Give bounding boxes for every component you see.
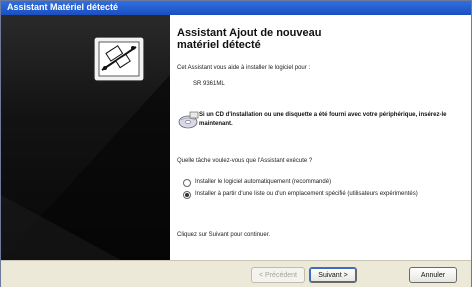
option-auto-install[interactable]: Installer le logiciel automatiquement (r… xyxy=(183,178,332,187)
option-manual-install[interactable]: Installer à partir d'une liste ou d'un e… xyxy=(183,190,463,199)
window-title: Assistant Matériel détecté xyxy=(7,2,119,12)
wizard-window: Assistant Matériel détecté Assistant Ajo… xyxy=(0,0,472,287)
continue-hint: Cliquez sur Suivant pour continuer. xyxy=(177,232,271,238)
wizard-heading: Assistant Ajout de nouveau matériel déte… xyxy=(177,27,427,51)
cd-disk-icon xyxy=(178,111,199,129)
cancel-button[interactable]: Annuler xyxy=(409,267,457,283)
task-question: Quelle tâche voulez-vous que l'Assistant… xyxy=(177,158,313,164)
hardware-device-icon xyxy=(93,36,145,82)
next-button[interactable]: Suivant > xyxy=(309,267,357,283)
cd-hint-text: Si un CD d'installation ou une disquette… xyxy=(199,112,447,127)
heading-line-1: Assistant Ajout de nouveau xyxy=(177,27,322,39)
heading-line-2: matériel détecté xyxy=(177,39,261,51)
option-auto-label: Installer le logiciel automatiquement (r… xyxy=(195,179,332,185)
option-manual-label: Installer à partir d'une liste ou d'un e… xyxy=(195,191,418,197)
device-name: SR 9361ML xyxy=(193,81,225,87)
intro-text: Cet Assistant vous aide à installer le l… xyxy=(177,65,311,71)
radio-auto-install[interactable] xyxy=(183,179,191,187)
radio-manual-install[interactable] xyxy=(183,191,191,199)
wizard-content: Assistant Ajout de nouveau matériel déte… xyxy=(170,15,471,260)
back-button[interactable]: < Précédent xyxy=(251,267,305,283)
title-bar[interactable]: Assistant Matériel détecté xyxy=(1,1,471,15)
wizard-sidebar xyxy=(1,15,170,260)
sidebar-graphic xyxy=(1,36,170,260)
button-bar: < Précédent Suivant > Annuler xyxy=(1,260,471,287)
